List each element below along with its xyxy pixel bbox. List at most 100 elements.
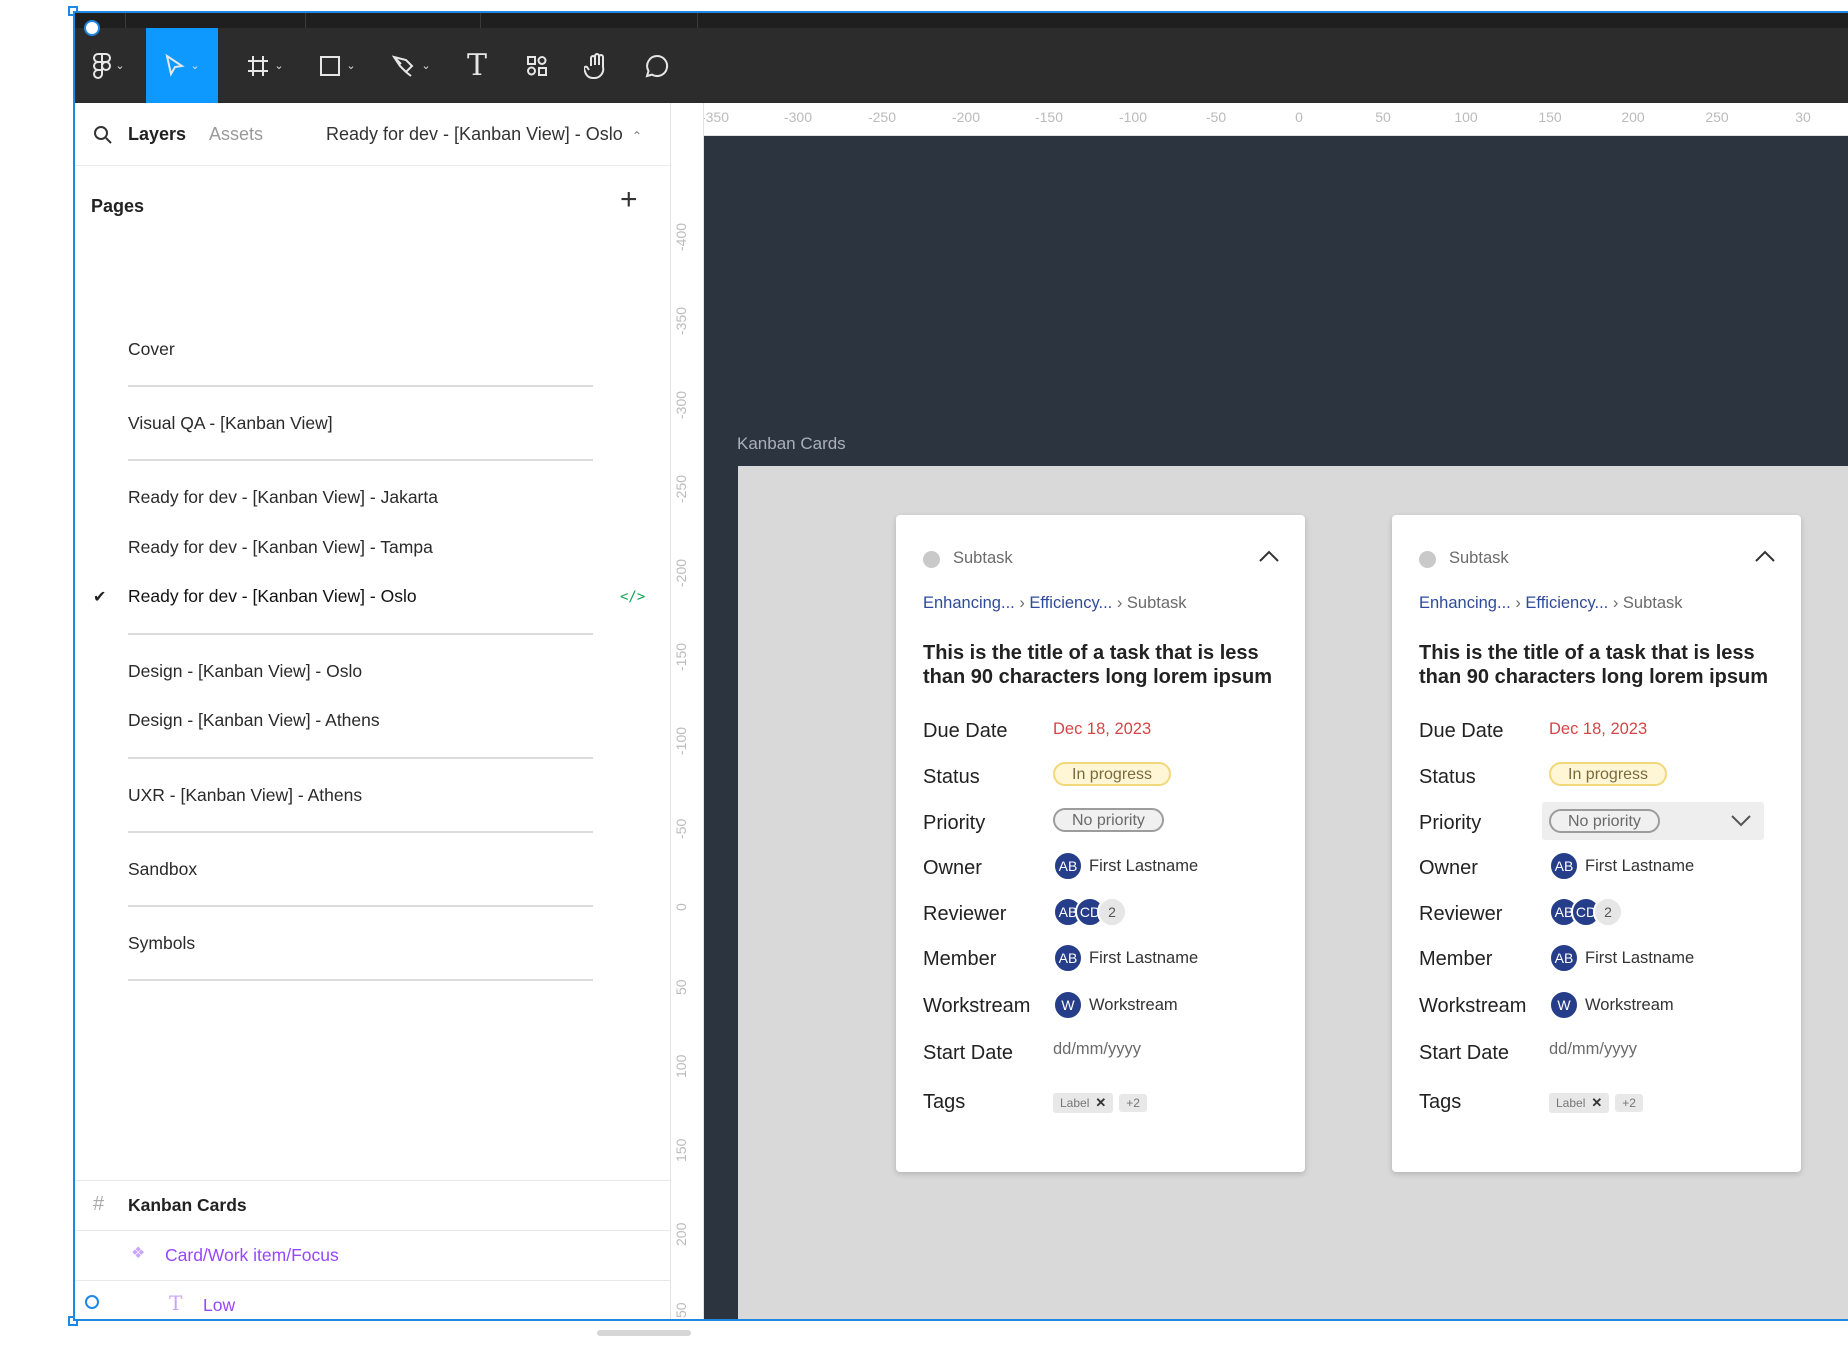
ruler-tick: -250	[867, 109, 897, 125]
reviewer-field[interactable]: AB CD 2	[1053, 897, 1127, 927]
page-divider	[128, 979, 593, 981]
breadcrumb-separator: ›	[1014, 594, 1030, 612]
page-item-tampa[interactable]: Ready for dev - [Kanban View] - Tampa	[128, 537, 433, 558]
ruler-tick: 30	[1795, 109, 1811, 125]
workstream-label: Workstream	[1419, 995, 1527, 1017]
layer-row-card-work-item-focus[interactable]: ❖ Card/Work item/Focus	[75, 1230, 670, 1281]
tags-label: Tags	[1419, 1091, 1462, 1113]
vertical-ruler: -400 -350 -300 -250 -200 -150 -100 -50 0…	[671, 103, 704, 1319]
page-item-oslo[interactable]: Ready for dev - [Kanban View] - Oslo	[128, 586, 417, 607]
move-tool-button[interactable]: ⌄	[146, 28, 218, 103]
ruler-tick: -150	[1034, 109, 1064, 125]
breadcrumb-link[interactable]: Enhancing...	[1419, 594, 1511, 612]
close-icon[interactable]: ✕	[1591, 1095, 1602, 1110]
due-date-label: Due Date	[1419, 720, 1504, 742]
ruler-tick: 200	[1621, 109, 1645, 125]
resources-button[interactable]	[515, 28, 559, 103]
layer-label: Kanban Cards	[128, 1195, 247, 1215]
breadcrumb-link[interactable]: Efficiency...	[1029, 594, 1112, 612]
due-date-value[interactable]: Dec 18, 2023	[1053, 720, 1151, 739]
layer-row-low[interactable]: T Low	[75, 1280, 670, 1319]
breadcrumb-link[interactable]: Enhancing...	[923, 594, 1015, 612]
subtask-label: Subtask	[1449, 549, 1509, 567]
owner-field[interactable]: AB First Lastname	[1549, 851, 1694, 881]
priority-field[interactable]: No priority	[1053, 808, 1164, 832]
chevron-down-icon: ⌄	[421, 60, 431, 72]
status-field[interactable]: In progress	[1549, 762, 1668, 786]
layer-row-kanban-cards[interactable]: # Kanban Cards	[75, 1180, 670, 1231]
horizontal-scrollbar[interactable]	[597, 1330, 691, 1336]
tag-label: Label	[1060, 1096, 1090, 1110]
tag-chip[interactable]: Label ✕	[1053, 1093, 1114, 1113]
shape-tool-button[interactable]: ⌄	[307, 28, 367, 103]
start-date-value[interactable]: dd/mm/yyyy	[1549, 1040, 1637, 1059]
tab-layers[interactable]: Layers	[128, 124, 186, 145]
search-icon[interactable]	[93, 125, 113, 145]
frame-label[interactable]: Kanban Cards	[737, 434, 846, 454]
chevron-up-icon[interactable]	[1754, 549, 1776, 563]
page-divider	[128, 459, 593, 461]
resources-icon	[527, 55, 547, 76]
breadcrumb-link[interactable]: Efficiency...	[1525, 594, 1608, 612]
page-item-visual-qa[interactable]: Visual QA - [Kanban View]	[128, 413, 333, 434]
due-date-value[interactable]: Dec 18, 2023	[1549, 720, 1647, 739]
left-panel: Layers Assets Ready for dev - [Kanban Vi…	[75, 103, 671, 1319]
workstream-name: Workstream	[1089, 995, 1178, 1014]
text-tool-button[interactable]: T	[455, 28, 499, 103]
frame-tool-button[interactable]: ⌄	[235, 28, 295, 103]
page-item-uxr-athens[interactable]: UXR - [Kanban View] - Athens	[128, 785, 362, 806]
status-field[interactable]: In progress	[1053, 762, 1172, 786]
tab-assets[interactable]: Assets	[209, 124, 263, 145]
page-item-sandbox[interactable]: Sandbox	[128, 859, 197, 880]
ruler-tick: 100	[673, 1054, 689, 1078]
chevron-up-icon[interactable]	[1258, 549, 1280, 563]
page-item-design-athens[interactable]: Design - [Kanban View] - Athens	[128, 710, 380, 731]
pages-heading: Pages	[91, 196, 145, 216]
start-date-value[interactable]: dd/mm/yyyy	[1053, 1040, 1141, 1059]
ruler-tick: -100	[1118, 109, 1148, 125]
ruler-tick: -100	[673, 726, 689, 755]
tags-field[interactable]: Label ✕ +2	[1053, 1093, 1153, 1113]
breadcrumb-separator: ›	[1510, 594, 1526, 612]
page-item-jakarta[interactable]: Ready for dev - [Kanban View] - Jakarta	[128, 487, 438, 508]
breadcrumb: Enhancing... › Efficiency... › Subtask	[1419, 594, 1683, 613]
hand-tool-button[interactable]	[575, 28, 619, 103]
checkmark-icon: ✔	[93, 589, 107, 606]
tag-chip[interactable]: Label ✕	[1549, 1093, 1610, 1113]
tags-field[interactable]: Label ✕ +2	[1549, 1093, 1649, 1113]
member-field[interactable]: AB First Lastname	[1053, 943, 1198, 973]
page-item-symbols[interactable]: Symbols	[128, 933, 195, 954]
pen-tool-button[interactable]: ⌄	[381, 28, 441, 103]
ruler-tick: -200	[951, 109, 981, 125]
pen-icon	[392, 54, 414, 77]
owner-label: Owner	[1419, 857, 1478, 879]
close-icon[interactable]: ✕	[1095, 1095, 1106, 1110]
dev-mode-icon[interactable]: </>	[620, 589, 645, 605]
owner-field[interactable]: AB First Lastname	[1053, 851, 1198, 881]
owner-name: First Lastname	[1089, 856, 1199, 875]
member-field[interactable]: AB First Lastname	[1549, 943, 1694, 973]
current-page-selector[interactable]: Ready for dev - [Kanban View] - Oslo ⌃	[326, 124, 642, 145]
kanban-card[interactable]: Subtask Enhancing... › Efficiency... › S…	[896, 515, 1305, 1172]
page-divider	[128, 633, 593, 635]
add-page-button[interactable]: +	[620, 183, 638, 217]
reviewer-field[interactable]: AB CD 2	[1549, 897, 1623, 927]
page-item-design-oslo[interactable]: Design - [Kanban View] - Oslo	[128, 661, 362, 682]
priority-dropdown[interactable]: No priority	[1542, 802, 1764, 840]
comment-tool-button[interactable]	[635, 28, 679, 103]
page-item-cover[interactable]: Cover	[128, 339, 175, 360]
page-divider	[128, 831, 593, 833]
ruler-tick: 50	[673, 1302, 689, 1318]
workstream-field[interactable]: W Workstream	[1549, 990, 1674, 1020]
status-badge: In progress	[1549, 762, 1668, 786]
selection-dot	[85, 1295, 99, 1309]
page-divider	[128, 385, 593, 387]
text-layer-icon: T	[169, 1291, 183, 1315]
kanban-card[interactable]: Subtask Enhancing... › Efficiency... › S…	[1392, 515, 1801, 1172]
member-name: First Lastname	[1089, 948, 1199, 967]
tag-more-count[interactable]: +2	[1615, 1094, 1643, 1112]
workstream-field[interactable]: W Workstream	[1053, 990, 1178, 1020]
tag-more-count[interactable]: +2	[1119, 1094, 1147, 1112]
main-menu-button[interactable]: ⌄	[83, 28, 135, 103]
card-title: This is the title of a task that is less…	[1419, 642, 1768, 688]
